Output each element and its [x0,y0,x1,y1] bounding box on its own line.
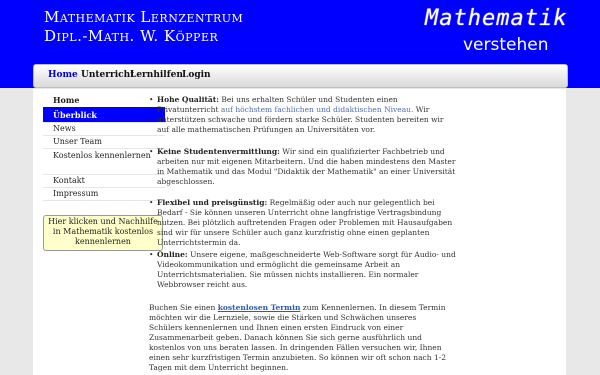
booking-text-b: zum Kennenlernen. In diesem Termin möcht… [149,303,447,372]
sidebar-menu: Home Überblick News Unser Team Kostenlos… [43,95,165,201]
main-navbar: Home Unterricht Lernhilfen Login [33,64,568,88]
flexible-title: Flexibel und preisgünstig: [157,198,268,207]
logo-mathematik: Mathematik [425,6,568,31]
quality-title: Hohe Qualität: [157,95,220,104]
sidebar-item-news[interactable]: News [43,123,165,136]
list-item: Keine Studentenvermittlung: Wir sind ein… [149,147,457,187]
booking-paragraph: Buchen Sie einen kostenlosen Termin zum … [149,303,449,373]
list-item: Online: Unsere eigene, maßgeschneiderte … [149,250,457,290]
list-item: Hohe Qualität: Bei uns erhalten Schüler … [149,95,457,135]
staff-title: Keine Studentenvermittlung: [157,147,280,156]
brand-line-2[interactable]: Dipl.-Math. W. Köpper [44,27,218,46]
logo-verstehen: verstehen [463,35,549,55]
sidebar-item-home[interactable]: Home [43,95,165,109]
nav-login[interactable]: Login [182,70,211,80]
sidebar-item-team[interactable]: Unser Team [43,136,165,149]
nav-home[interactable]: Home [48,70,78,80]
online-text: Unsere eigene, maßgeschneiderte Web-Soft… [157,250,456,289]
sidebar-item-kennenlernen[interactable]: Kostenlos kennenlernen [43,149,165,175]
content-panel: Home Überblick News Unser Team Kostenlos… [33,89,566,375]
nav-lernhilfen[interactable]: Lernhilfen [130,70,183,80]
sidebar-item-impressum[interactable]: Impressum [43,188,165,201]
free-appointment-link[interactable]: kostenlosen Termin [218,303,301,312]
brand-line-1[interactable]: Mathematik Lernzentrum [44,8,243,27]
sidebar-item-kontakt[interactable]: Kontakt [43,175,165,188]
booking-text-a: Buchen Sie einen [149,303,218,312]
online-title: Online: [157,250,188,259]
nav-unterricht[interactable]: Unterricht [81,70,134,80]
trial-cta-button[interactable]: Hier klicken und Nachhilfe in Mathematik… [43,215,163,251]
sidebar-item-ueberblick[interactable]: Überblick [43,109,165,123]
list-item: Flexibel und preisgünstig: Regelmäßig od… [149,198,457,248]
quality-link[interactable]: auf höchstem fachlichen und didaktischen… [221,105,414,114]
